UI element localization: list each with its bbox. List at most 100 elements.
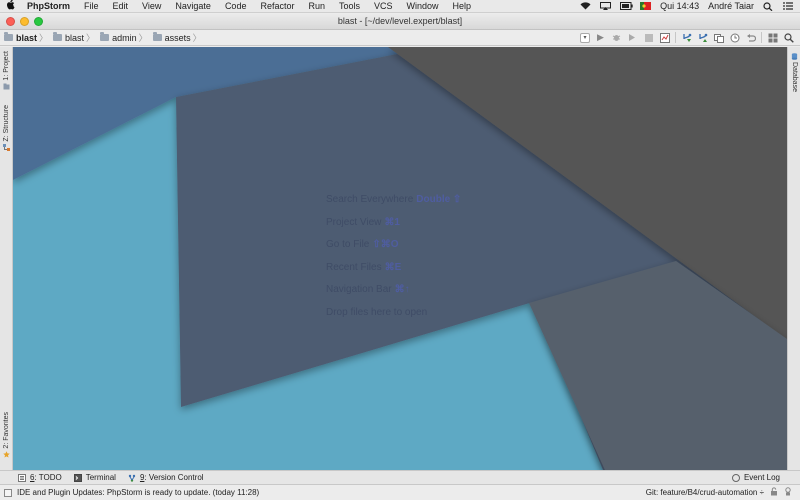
tool-tab-version-control[interactable]: 9: Version Control (128, 473, 204, 482)
tool-tab-label: 1: Project (3, 51, 10, 81)
tool-tab-event-log[interactable]: Event Log (731, 473, 780, 482)
left-tool-strip: 1: Project Z: Structure 2: Favorites (0, 47, 13, 470)
hint-shortcut: ⌘1 (384, 216, 400, 228)
vcs-revert-icon[interactable] (745, 32, 756, 43)
tool-tab-favorites[interactable]: 2: Favorites (0, 412, 13, 460)
menu-tools[interactable]: Tools (339, 1, 360, 11)
tool-tab-structure[interactable]: Z: Structure (0, 105, 13, 153)
todo-icon (18, 473, 26, 482)
readonly-lock-icon[interactable] (770, 487, 778, 498)
tool-tab-project[interactable]: 1: Project (0, 51, 13, 92)
hint-label: Go to File (326, 239, 370, 250)
vcs-commit-icon[interactable] (697, 32, 708, 43)
tool-tab-label: Event Log (743, 473, 780, 482)
build-icon[interactable] (659, 32, 670, 43)
bottom-tool-bar: 6: TODO Terminal 9: Version Control Even… (0, 470, 800, 484)
tool-tab-label: : TODO (34, 473, 62, 482)
navigation-bar: blast 〉 blast 〉 admin 〉 assets 〉 ▾ ▶ (0, 30, 800, 46)
folder-icon (100, 32, 110, 41)
chevron-right-icon: 〉 (86, 33, 96, 43)
menu-run[interactable]: Run (308, 1, 325, 11)
menu-code[interactable]: Code (225, 1, 247, 11)
menubar-user[interactable]: André Taiar (708, 1, 754, 11)
status-bar: IDE and Plugin Updates: PhpStorm is read… (0, 484, 800, 500)
debug-icon[interactable] (611, 32, 622, 43)
folder-icon (4, 32, 13, 41)
project-folder-icon (3, 83, 10, 90)
window-title: blast - [~/dev/level.expert/blast] (337, 16, 463, 26)
run-icon[interactable]: ▶ (595, 32, 606, 43)
hint-label: Project View (326, 216, 382, 228)
version-control-icon (128, 474, 136, 482)
spotlight-search-icon[interactable] (763, 2, 774, 12)
notification-center-icon[interactable] (783, 2, 794, 10)
run-config-dropdown[interactable]: ▾ (580, 32, 590, 43)
coverage-icon[interactable] (627, 32, 638, 43)
hint-label: Drop files here to open (326, 306, 428, 318)
tool-tab-label: 2: Favorites (3, 412, 10, 449)
chevron-right-icon: 〉 (192, 33, 202, 43)
breadcrumb-folder-admin[interactable]: admin 〉 (100, 31, 151, 44)
editor-area[interactable]: Search Everywhere Double ⇧ Project View ⌘1… (13, 47, 787, 470)
vcs-history-icon[interactable] (729, 32, 740, 43)
menu-vcs[interactable]: VCS (374, 1, 393, 11)
menu-window[interactable]: Window (407, 1, 439, 11)
menu-help[interactable]: Help (453, 1, 472, 11)
breadcrumb-label: assets (164, 32, 191, 43)
hint-shortcut: ⌘E (384, 261, 402, 273)
breadcrumb-label: admin (112, 32, 137, 43)
event-log-icon (731, 473, 740, 482)
database-icon (791, 53, 798, 60)
tool-tab-database[interactable]: Database (788, 51, 800, 92)
hint-drop-files: Drop files here to open (326, 306, 461, 329)
hint-project-view: Project View ⌘1 (326, 216, 461, 239)
hint-shortcut: ⇧⌘O (372, 239, 399, 250)
search-icon[interactable] (783, 32, 794, 43)
wifi-icon[interactable] (580, 2, 591, 10)
hint-label: Navigation Bar (326, 284, 392, 295)
menubar-clock[interactable]: Qui 14:43 (660, 1, 699, 11)
airplay-icon[interactable] (600, 2, 612, 10)
vcs-compare-icon[interactable] (713, 32, 724, 43)
battery-icon[interactable] (620, 2, 633, 10)
inspector-icon[interactable] (784, 487, 792, 498)
git-branch-widget[interactable]: Git: feature/B4/crud-automation ÷ (646, 488, 764, 497)
chevron-right-icon: 〉 (138, 33, 148, 43)
hint-label: Recent Files (326, 261, 382, 273)
status-message[interactable]: IDE and Plugin Updates: PhpStorm is read… (17, 488, 259, 497)
star-icon (3, 450, 10, 458)
menu-file[interactable]: File (84, 1, 99, 11)
tool-tab-todo[interactable]: 6: TODO (18, 473, 62, 482)
stop-icon[interactable] (643, 32, 654, 43)
hint-search-everywhere: Search Everywhere Double ⇧ (326, 193, 461, 216)
menu-navigate[interactable]: Navigate (175, 1, 211, 11)
breadcrumb-project[interactable]: blast 〉 (4, 31, 51, 44)
tool-tab-label: Z: Structure (3, 105, 10, 142)
apple-menu-icon[interactable] (6, 0, 15, 13)
macos-menu-bar: PhpStorm File Edit View Navigate Code Re… (0, 0, 800, 13)
menu-refactor[interactable]: Refactor (260, 1, 294, 11)
folder-icon (152, 32, 162, 41)
flag-pt-icon[interactable] (640, 2, 652, 10)
menu-view[interactable]: View (142, 1, 161, 11)
breadcrumb-folder-assets[interactable]: assets 〉 (152, 31, 205, 44)
menu-app-name[interactable]: PhpStorm (27, 1, 70, 11)
hint-recent-files: Recent Files ⌘E (326, 261, 461, 284)
window-title-bar: blast - [~/dev/level.expert/blast] (0, 14, 800, 30)
hint-go-to-file: Go to File ⇧⌘O (326, 238, 461, 261)
chevron-right-icon: 〉 (39, 33, 49, 43)
vcs-update-icon[interactable] (681, 32, 692, 43)
tool-tab-terminal[interactable]: Terminal (73, 473, 116, 482)
right-tool-strip: Database (787, 47, 800, 470)
hint-shortcut: ⌘↑ (394, 284, 410, 295)
structure-icon (3, 143, 10, 151)
toolbar-separator (675, 32, 676, 43)
hint-navigation-bar: Navigation Bar ⌘↑ (326, 283, 461, 306)
hint-label: Search Everywhere (326, 194, 414, 205)
tool-tab-label: Database (791, 62, 798, 92)
menu-edit[interactable]: Edit (113, 1, 129, 11)
breadcrumb-folder-blast[interactable]: blast 〉 (53, 31, 98, 44)
project-structure-icon[interactable] (767, 32, 778, 43)
tool-windows-toggle-icon[interactable] (4, 488, 12, 497)
terminal-icon (73, 473, 82, 482)
